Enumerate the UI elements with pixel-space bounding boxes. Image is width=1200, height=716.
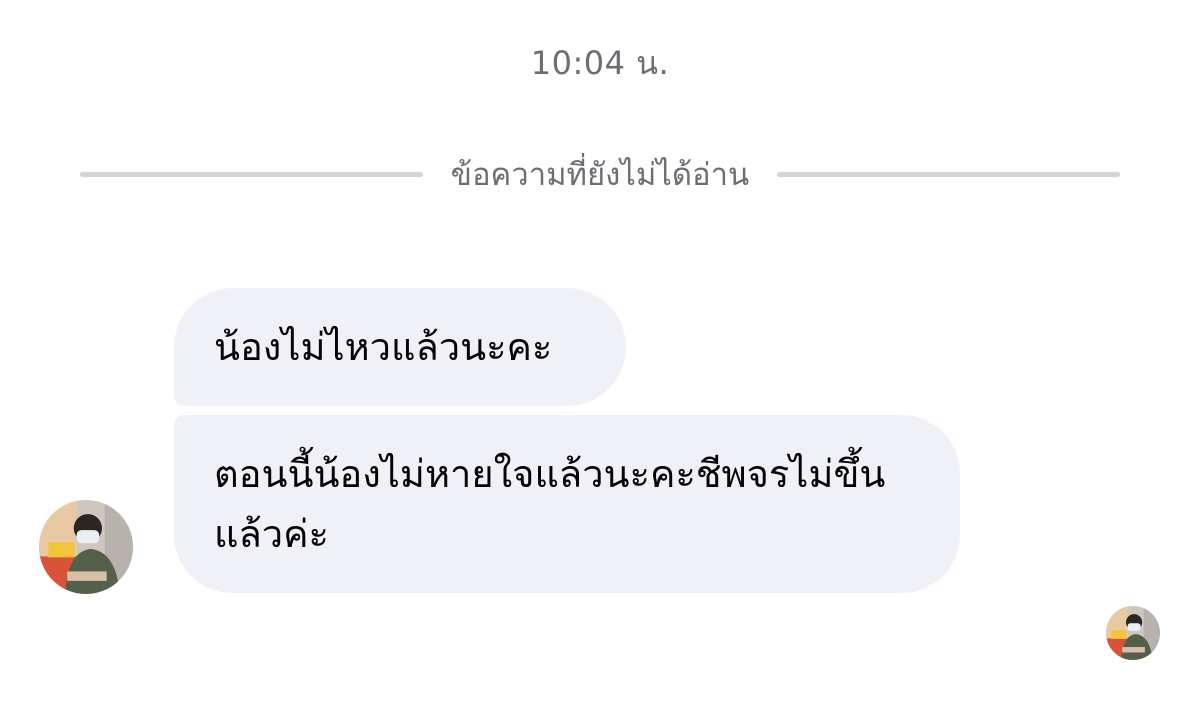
- divider-line-right: [777, 171, 1120, 177]
- read-receipt-avatar-icon: [1106, 606, 1160, 660]
- unread-divider: ข้อความที่ยังไม่ได้อ่าน: [80, 150, 1120, 198]
- divider-line-left: [80, 171, 423, 177]
- message-bubble[interactable]: น้องไม่ไหวแล้วนะคะ: [174, 288, 626, 406]
- user-photo-avatar-icon: [39, 500, 133, 594]
- message-timestamp: 10:04 น.: [530, 44, 670, 82]
- message-bubble[interactable]: ตอนนี้น้องไม่หายใจแล้วนะคะชีพจรไม่ขึ้นแล…: [174, 415, 960, 593]
- sender-avatar[interactable]: [39, 500, 133, 594]
- read-receipt-avatar: [1106, 606, 1160, 660]
- chat-thread: 10:04 น. ข้อความที่ยังไม่ได้อ่าน น้องไม่…: [0, 0, 1200, 716]
- unread-divider-label: ข้อความที่ยังไม่ได้อ่าน: [450, 157, 750, 193]
